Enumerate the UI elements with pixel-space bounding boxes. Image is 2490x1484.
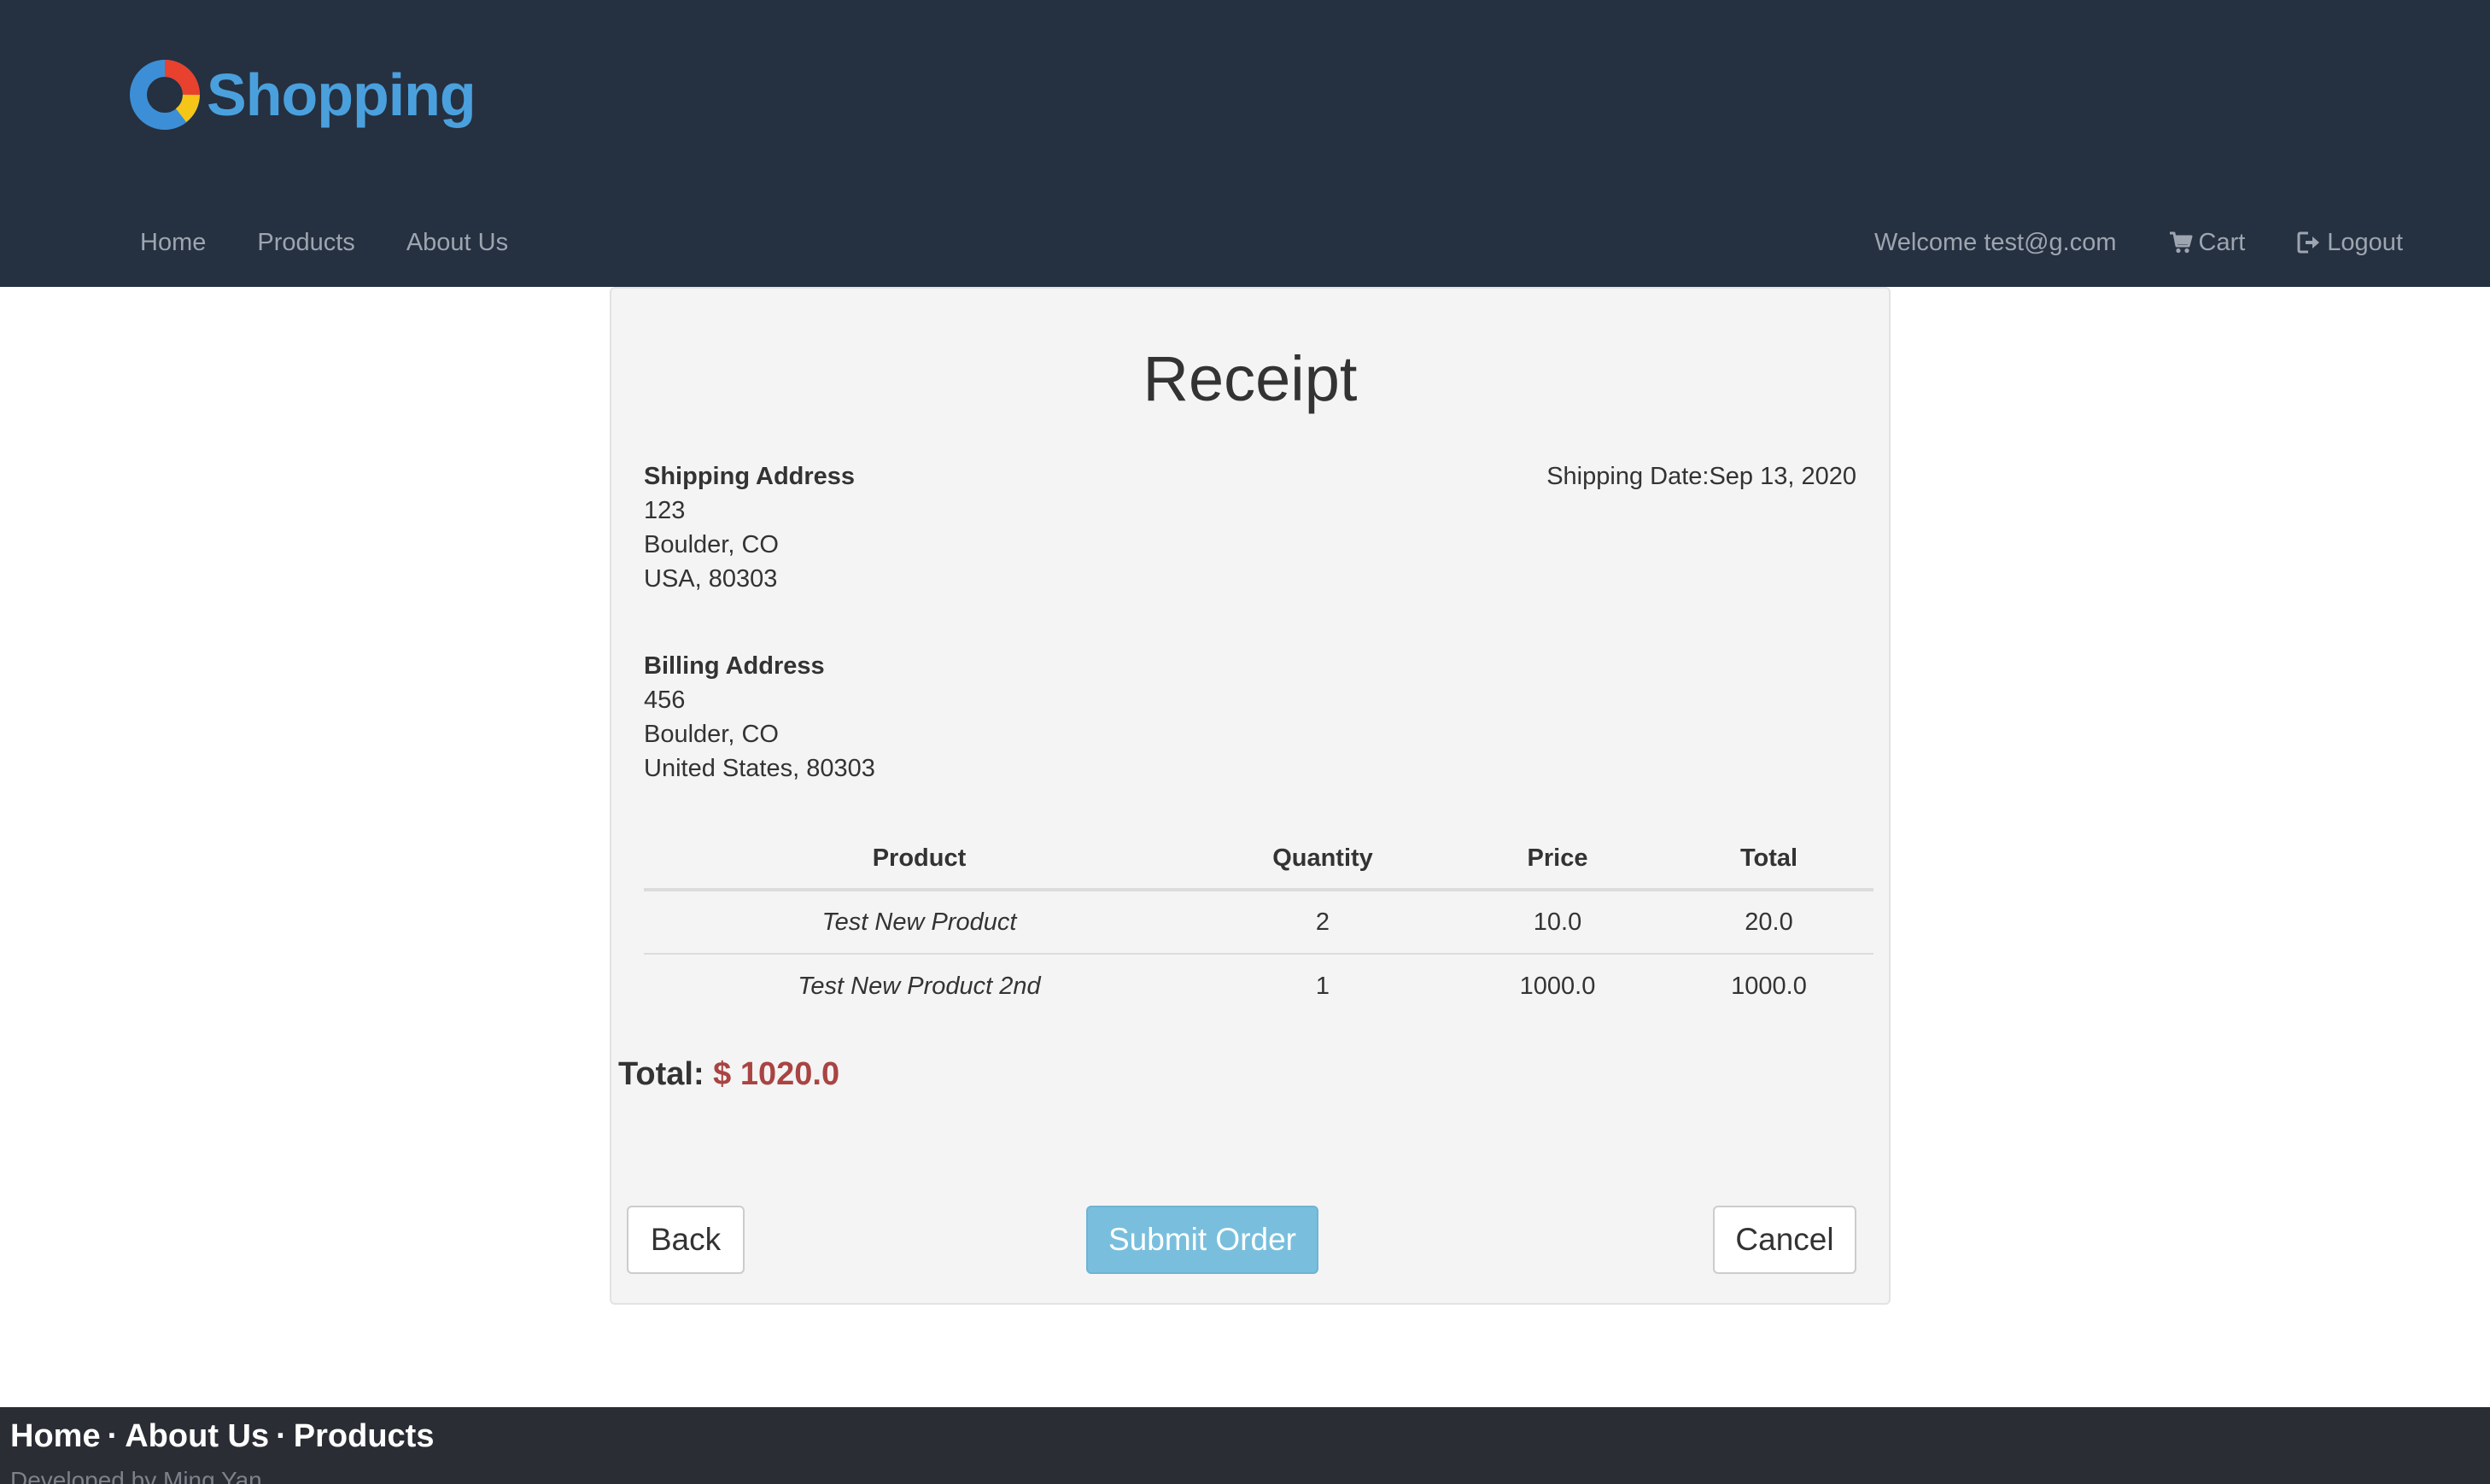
line-total-cell: 20.0 [1664,890,1873,955]
footer-link-products[interactable]: Products [294,1418,435,1454]
top-navbar: Shopping Home Products About Us Welcome … [0,0,2490,287]
nav-welcome-user[interactable]: Welcome test@g.com [1874,224,2117,261]
logout-icon [2297,231,2320,254]
column-header-quantity: Quantity [1195,828,1451,891]
billing-address: Billing Address 456 Boulder, CO United S… [644,649,875,786]
product-name-cell: Test New Product 2nd [798,972,1041,1000]
shipping-date-label: Shipping Date: [1546,463,1710,490]
quantity-cell: 2 [1195,890,1451,955]
billing-address-line: United States, 80303 [644,755,875,782]
price-cell: 10.0 [1451,890,1664,955]
nav-logout[interactable]: Logout [2296,224,2403,261]
nav-cart[interactable]: Cart [2168,224,2246,261]
main-nav: Home Products About Us [140,224,508,261]
nav-about-us[interactable]: About Us [406,224,508,261]
line-total-cell: 1000.0 [1731,972,1807,1000]
quantity-cell: 1 [1315,972,1330,1000]
shipping-date-value: Sep 13, 2020 [1709,463,1856,490]
user-nav: Welcome test@g.com Cart Logout [1874,224,2403,261]
shopping-logo-icon [130,60,200,130]
product-name-cell: Test New Product [644,890,1195,955]
cart-icon [2169,231,2192,254]
nav-products[interactable]: Products [257,224,354,261]
price-cell: 1000.0 [1519,972,1596,1000]
column-header-product: Product [644,828,1195,891]
shipping-address-heading: Shipping Address [644,463,856,490]
submit-order-button[interactable]: Submit Order [1086,1206,1318,1274]
footer-links: Home · About Us · Products [10,1416,434,1457]
footer-credit: Developed by Ming Yan [10,1467,262,1484]
shipping-address-line: 123 [644,497,686,524]
billing-address-line: Boulder, CO [644,721,779,748]
shipping-date: Shipping Date:Sep 13, 2020 [1546,459,1856,494]
billing-address-line: 456 [644,686,686,714]
shipping-address-line: Boulder, CO [644,531,779,558]
shipping-address-line: USA, 80303 [644,565,778,593]
column-header-price: Price [1451,828,1664,891]
footer-separator: · [276,1418,287,1454]
order-total-amount: $ 1020.0 [713,1056,840,1092]
cart-label: Cart [2198,229,2246,256]
billing-address-heading: Billing Address [644,652,825,680]
order-items-table: Product Quantity Price Total Test New Pr… [644,828,1873,1018]
cancel-button[interactable]: Cancel [1713,1206,1856,1274]
shipping-address: Shipping Address 123 Boulder, CO USA, 80… [644,459,855,596]
order-total: Total: $ 1020.0 [618,1054,839,1095]
nav-home[interactable]: Home [140,224,206,261]
receipt-panel: Receipt Shipping Address 123 Boulder, CO… [610,287,1891,1305]
brand-name: Shopping [207,61,476,128]
brand-logo[interactable]: Shopping [128,56,476,133]
footer-separator: · [107,1418,119,1454]
table-header-row: Product Quantity Price Total [644,828,1873,891]
page-footer: Home · About Us · Products Developed by Ming… [0,1407,2490,1484]
column-header-total: Total [1664,828,1873,891]
footer-link-home[interactable]: Home [10,1418,101,1454]
logout-label: Logout [2327,229,2403,256]
page-title: Receipt [1143,343,1358,414]
table-row: Test New Product 2nd 1 1000.0 1000.0 [644,954,1873,1018]
back-button[interactable]: Back [627,1206,745,1274]
order-total-label: Total: [618,1056,704,1092]
table-row: Test New Product 2 10.0 20.0 [644,890,1873,955]
footer-link-about-us[interactable]: About Us [125,1418,269,1454]
